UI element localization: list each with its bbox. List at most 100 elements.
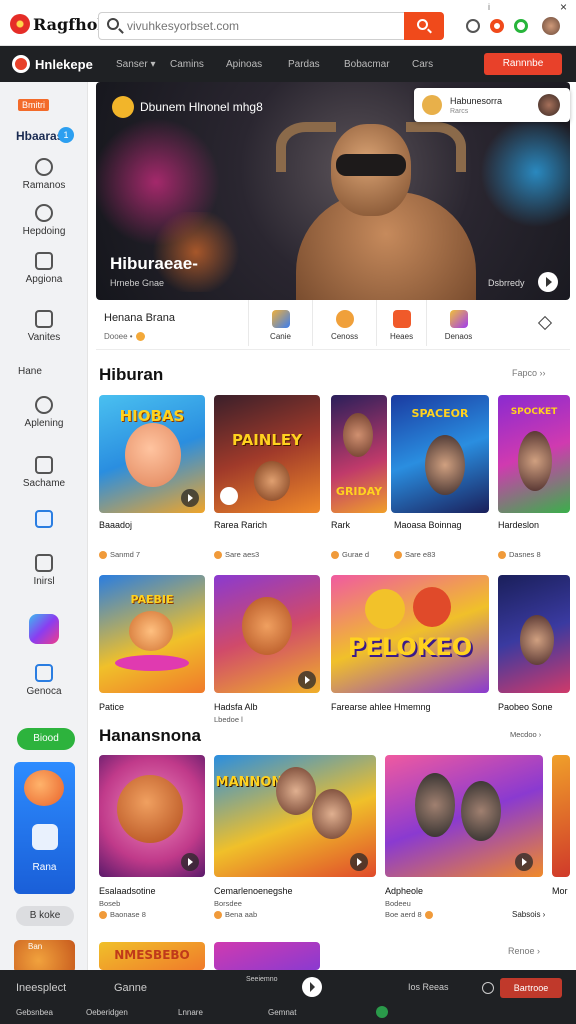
nav-link[interactable]: Bobacmar	[344, 59, 390, 70]
sidebar-game-card[interactable]: Ban	[14, 940, 75, 974]
game-card[interactable]: SPOCKET	[498, 395, 570, 513]
game-card[interactable]	[214, 575, 320, 693]
game-title[interactable]: Maoasa Boinnag	[394, 520, 462, 530]
sidebar-item[interactable]: Genoca	[0, 664, 88, 697]
game-card[interactable]	[498, 575, 570, 693]
card-art-text: PAEBIE	[130, 593, 174, 606]
status-icon[interactable]	[514, 19, 528, 33]
game-title[interactable]: Esalaadsotine	[99, 886, 156, 896]
game-meta: Bodeeu	[385, 899, 411, 908]
nav-cta-button[interactable]: Rannnbe	[484, 53, 562, 75]
sidebar-top-label[interactable]: Hbaaras	[16, 129, 63, 143]
search-input[interactable]	[127, 17, 397, 35]
game-title[interactable]: Hadsfa Alb	[214, 702, 258, 712]
sidebar-item[interactable]	[0, 510, 88, 532]
sidebar-item[interactable]: Aplening	[0, 396, 88, 429]
play-icon[interactable]	[220, 487, 238, 505]
leaf-icon[interactable]	[376, 1006, 388, 1018]
notification-icon[interactable]	[466, 19, 480, 33]
bottom-link[interactable]: Gebsnbea	[16, 1008, 53, 1017]
popup-title: Habunesorra	[450, 96, 503, 106]
game-card[interactable]	[385, 755, 543, 877]
game-card[interactable]: PAINLEY	[214, 395, 320, 513]
bottom-cta-button[interactable]: Bartrooe	[500, 978, 562, 998]
sidebar-item[interactable]: Hane	[0, 366, 88, 377]
sidebar-tag[interactable]: Bmitri	[18, 99, 49, 111]
game-title[interactable]: Adpheole	[385, 886, 423, 896]
info-icon[interactable]: i	[488, 2, 490, 12]
game-title[interactable]: Rarea Rarich	[214, 520, 267, 530]
blue-app-icon	[35, 510, 53, 528]
game-card[interactable]	[552, 755, 570, 877]
game-title[interactable]: Farearse ahlee Hmemng	[331, 702, 431, 712]
nav-link[interactable]: Pardas	[288, 59, 320, 70]
play-icon[interactable]	[181, 489, 199, 507]
search-submit-button[interactable]	[404, 12, 444, 40]
bottom-link[interactable]: Lnnare	[178, 1008, 203, 1017]
nav-link[interactable]: Camins	[170, 59, 204, 70]
section-more-link[interactable]: Renoe ›	[508, 946, 540, 956]
game-card[interactable]: NMESBEBO	[99, 942, 205, 970]
sidebar-item[interactable]: Inirsl	[0, 554, 88, 587]
game-card[interactable]	[214, 942, 320, 970]
game-title[interactable]: Cemarlenoenegshe	[214, 886, 293, 896]
user-avatar[interactable]	[542, 17, 560, 35]
close-icon[interactable]: ×	[560, 0, 567, 14]
game-title[interactable]: Rark	[331, 520, 350, 530]
nav-logo[interactable]: Hnlekepe	[12, 55, 93, 73]
sidebar-item[interactable]: Hepdoing	[0, 204, 88, 237]
hero-play-button[interactable]	[538, 272, 558, 292]
game-card[interactable]	[99, 755, 205, 877]
brand-logo[interactable]: Ragfhob	[10, 14, 109, 34]
game-card[interactable]: PAEBIE	[99, 575, 205, 693]
nav-link[interactable]: Apinoas	[226, 59, 262, 70]
play-icon[interactable]	[298, 671, 316, 689]
list-icon	[35, 310, 53, 328]
game-card[interactable]: SPACEOR	[391, 395, 489, 513]
game-title[interactable]: Patice	[99, 702, 124, 712]
bottom-link[interactable]: Ineesplect	[16, 982, 66, 994]
section-side-text[interactable]: Sabsois ›	[512, 910, 545, 919]
diamond-icon[interactable]	[537, 315, 553, 331]
category-tile[interactable]: Canie	[248, 300, 312, 346]
category-label: Denaos	[444, 332, 473, 341]
bottom-play-button[interactable]	[302, 977, 322, 997]
search-box[interactable]	[98, 12, 444, 40]
game-meta: Boe aerd 8	[385, 910, 436, 920]
game-title[interactable]: Hardeslon	[498, 520, 539, 530]
sidebar-promo-card[interactable]: Rana	[14, 762, 75, 894]
game-title[interactable]: Baaadoj	[99, 520, 132, 530]
category-tile[interactable]: Heaes	[376, 300, 426, 346]
nav-link[interactable]: Sanser ▾	[116, 59, 155, 70]
sidebar-item[interactable]: Vanites	[0, 310, 88, 343]
category-tile[interactable]: Denaos	[426, 300, 490, 346]
bottom-link[interactable]: Ios Reeas	[408, 982, 449, 992]
bottom-link[interactable]: Ganne	[114, 982, 147, 994]
record-icon[interactable]	[490, 19, 504, 33]
bottom-link[interactable]: Oeberidgen	[86, 1008, 128, 1017]
play-icon[interactable]	[515, 853, 533, 871]
sidebar-item[interactable]: Sachame	[0, 456, 88, 489]
chat-icon[interactable]	[482, 982, 494, 994]
game-card[interactable]: PELOKEO	[331, 575, 489, 693]
sidebar-item[interactable]: Apgiona	[0, 252, 88, 285]
game-card[interactable]: HIOBAS	[99, 395, 205, 513]
game-card[interactable]: MANNON	[214, 755, 376, 877]
bottom-link[interactable]: Gemnat	[268, 1008, 296, 1017]
bottom-link[interactable]: Seeiemno	[246, 976, 278, 983]
game-card[interactable]: GRIDAY	[331, 395, 387, 513]
hero-headline: Dbunem Hlnonel mhg8	[112, 96, 263, 118]
play-icon[interactable]	[181, 853, 199, 871]
play-icon[interactable]	[350, 853, 368, 871]
hero-popup[interactable]: Habunesorra Rarcs	[414, 88, 570, 122]
game-title[interactable]: Paobeo Sone	[498, 702, 553, 712]
game-meta-text: Boe aerd 8	[385, 910, 422, 919]
game-title[interactable]: Mor	[552, 886, 568, 896]
sidebar-item[interactable]	[0, 614, 88, 648]
section-more-link[interactable]: Fapco ››	[512, 368, 546, 378]
sidebar-item[interactable]: Ramanos	[0, 158, 88, 191]
category-tile[interactable]: Cenoss	[312, 300, 376, 346]
sidebar-pill[interactable]: B koke	[16, 906, 74, 926]
nav-link[interactable]: Cars	[412, 59, 433, 70]
sidebar-green-pill[interactable]: Biood	[17, 728, 75, 750]
